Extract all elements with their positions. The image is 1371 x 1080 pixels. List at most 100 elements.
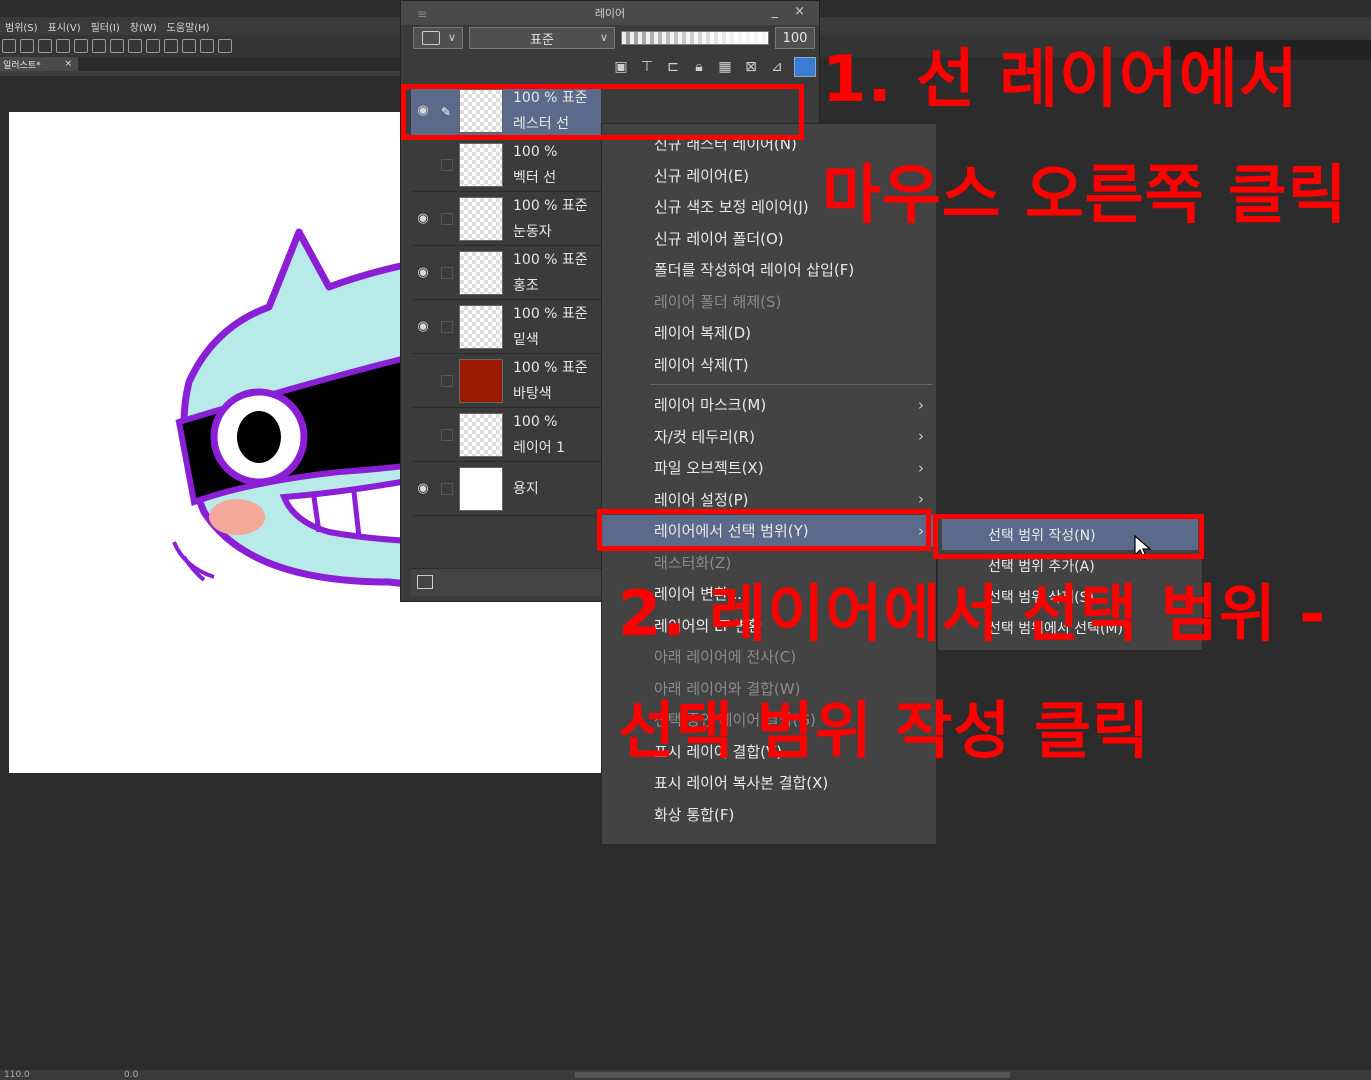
layer-thumbnail [459, 412, 503, 457]
crop-icon[interactable] [164, 39, 178, 53]
layer-row[interactable]: ◉ 100 % 표준 밑색 [411, 300, 601, 354]
lock-toggle[interactable] [441, 482, 453, 495]
layer-thumbnail [459, 196, 503, 241]
context-menu-item[interactable]: 폴더를 작성하여 레이어 삽입(F) [602, 254, 936, 286]
annotation-step1-line2: 마우스 오른쪽 클릭 [822, 159, 1348, 233]
selection-icon[interactable] [110, 39, 124, 53]
layer-name: 용지 [513, 480, 539, 497]
lock-toggle[interactable] [441, 212, 453, 225]
eye-icon[interactable]: ◉ [411, 265, 435, 280]
layer-panel-footer [411, 568, 601, 596]
menu-item-label: 신규 레이어(E) [654, 166, 749, 185]
annotation-step1-line1: 1. 선 레이어에서 [822, 43, 1299, 117]
context-menu-item[interactable]: 표시 레이어 복사본 결합(X) [602, 767, 936, 799]
layer-thumbnail [459, 142, 503, 187]
highlight-box-submenu-item [933, 514, 1204, 559]
mask-icon[interactable]: ⊠ [742, 59, 760, 75]
square-icon [422, 31, 440, 45]
layer-thumbnail [459, 304, 503, 349]
layer-row[interactable]: ◉ 100 % 표준 홍조 [411, 246, 601, 300]
menu-item[interactable]: 도움말(H) [167, 19, 210, 34]
menu-item[interactable]: 범위(S) [5, 19, 38, 34]
blend-mode-select[interactable]: 표준 ∨ [469, 27, 615, 49]
layer-panel-title: 레이어 [594, 7, 626, 20]
layer-panel-titlebar: ≡ 레이어 _ × [401, 1, 819, 25]
opacity-input[interactable]: 100 [775, 27, 815, 49]
layer-info: 100 % 표준 밑색 [513, 301, 588, 353]
lock-toggle[interactable] [441, 428, 453, 441]
draft-icon[interactable]: ⊏ [664, 59, 682, 75]
layer-name: 바탕색 [513, 385, 552, 402]
status-bar: 110.0 0.0 [0, 1070, 1371, 1080]
save-icon[interactable] [56, 39, 70, 53]
command-toolbar [0, 35, 400, 57]
undo-icon[interactable] [74, 39, 88, 53]
menu-item-label: 표시 레이어 복사본 결합(X) [654, 774, 829, 793]
clip-icon[interactable]: ▣ [612, 59, 630, 75]
document-tab[interactable]: 일러스트* × [0, 57, 78, 71]
close-icon[interactable]: × [64, 59, 72, 69]
context-menu-item[interactable]: 레이어 마스크(M) › [602, 389, 936, 421]
context-menu-item[interactable]: 자/컷 테두리(R) › [602, 421, 936, 453]
lock-toggle[interactable] [441, 266, 453, 279]
menu-item[interactable]: 표시(V) [48, 19, 81, 34]
context-menu-item: 레이어 폴더 해제(S) [602, 286, 936, 318]
lock-icon[interactable]: 🔒︎ [690, 59, 708, 75]
ruler-icon[interactable]: ⊿ [768, 59, 786, 75]
layer-name: 밑색 [513, 331, 539, 348]
layer-row[interactable]: ◉ 100 % 표준 눈동자 [411, 192, 601, 246]
chevron-right-icon: › [918, 395, 924, 414]
lock-toggle[interactable] [441, 374, 453, 387]
layer-name: 레이어 1 [513, 439, 565, 456]
eye-icon[interactable]: ◉ [411, 211, 435, 226]
new-file-icon[interactable] [20, 39, 34, 53]
layer-color-icon[interactable] [794, 57, 816, 77]
ruler-icon[interactable] [182, 39, 196, 53]
layer-info: 100 % 벡터 선 [513, 139, 557, 191]
menu-item[interactable]: 필터(I) [91, 19, 120, 34]
open-file-icon[interactable] [38, 39, 52, 53]
opacity-slider-fill [622, 32, 768, 44]
help-icon[interactable] [218, 39, 232, 53]
layer-row[interactable]: 100 % 벡터 선 [411, 138, 601, 192]
context-menu-item[interactable]: 레이어 삭제(T) [602, 349, 936, 381]
layer-options-icon[interactable] [417, 575, 433, 589]
eye-pupil [237, 411, 281, 463]
panel-menu-icon[interactable]: ≡ [417, 7, 427, 21]
lock-alpha-icon[interactable]: ▦ [716, 59, 734, 75]
context-menu-item[interactable]: 화상 통합(F) [602, 799, 936, 831]
layer-property-row: ∨ 표준 ∨ 100 [413, 25, 818, 51]
eye-icon[interactable]: ◉ [411, 481, 435, 496]
redo-icon[interactable] [92, 39, 106, 53]
layer-row[interactable]: ◉ 용지 [411, 462, 601, 516]
layer-row[interactable]: 100 % 표준바탕색 [411, 354, 601, 408]
layer-tool-row: ▣ ⊤ ⊏ 🔒︎ ▦ ⊠ ⊿ [541, 55, 816, 79]
transform-icon[interactable] [146, 39, 160, 53]
chevron-right-icon: › [918, 458, 924, 477]
pen-icon[interactable] [200, 39, 214, 53]
eye-icon[interactable]: ◉ [411, 319, 435, 334]
menu-item-label: 레이어 폴더 해제(S) [654, 292, 782, 311]
window-controls[interactable]: _ × [771, 4, 811, 19]
layer-thumbnail [459, 250, 503, 295]
reference-icon[interactable]: ⊤ [638, 59, 656, 75]
lock-toggle[interactable] [441, 158, 453, 171]
menu-item-label: 레이어 복제(D) [654, 324, 752, 343]
context-menu-item[interactable]: 파일 오브젝트(X) › [602, 452, 936, 484]
layer-thumbnail [459, 358, 503, 403]
menu-bar: 범위(S) 표시(V) 필터(I) 창(W) 도움말(H) [0, 17, 400, 35]
menu-item[interactable]: 창(W) [130, 19, 157, 34]
layer-color-combo[interactable]: ∨ [413, 27, 463, 49]
context-menu-item[interactable]: 레이어 복제(D) [602, 317, 936, 349]
layer-opacity-blend: 100 % 표준 [513, 359, 588, 376]
layer-name: 벡터 선 [513, 169, 557, 186]
layer-row[interactable]: 100 % 레이어 1 [411, 408, 601, 462]
opacity-slider[interactable] [621, 31, 769, 45]
layer-opacity-blend: 100 % 표준 [513, 197, 588, 214]
lock-toggle[interactable] [441, 320, 453, 333]
horizontal-scrollbar[interactable] [575, 1072, 1010, 1078]
highlight-box-layer [401, 84, 804, 140]
menu-item-label: 파일 오브젝트(X) [654, 459, 764, 478]
fill-icon[interactable] [128, 39, 142, 53]
toolbar-icon[interactable] [2, 39, 16, 53]
